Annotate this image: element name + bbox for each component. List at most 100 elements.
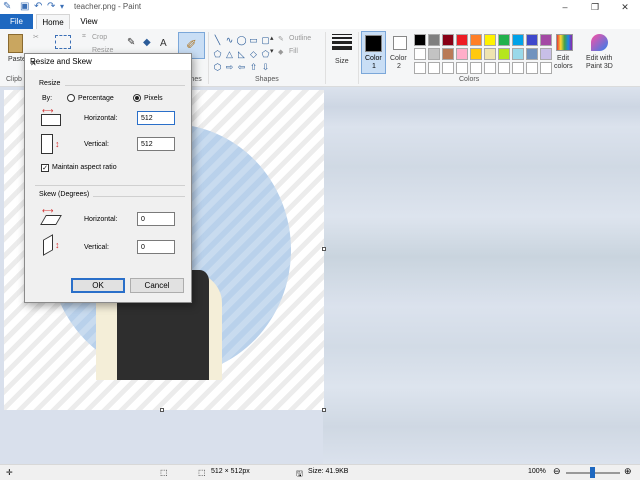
- size-lines-icon[interactable]: [332, 34, 352, 54]
- color2-label[interactable]: Color: [390, 55, 407, 62]
- line-shape-icon[interactable]: ╲: [212, 34, 223, 47]
- dialog-close-icon[interactable]: ✕: [30, 57, 187, 71]
- zoom-slider-thumb[interactable]: [590, 467, 595, 478]
- palette-swatch[interactable]: [484, 48, 496, 60]
- palette-swatch[interactable]: [414, 48, 426, 60]
- percentage-radio[interactable]: [67, 94, 75, 102]
- arrow-up-shape-icon[interactable]: ⇧: [248, 61, 259, 74]
- shapes-scroll-down-icon[interactable]: ▾: [270, 47, 274, 55]
- palette-swatch[interactable]: [456, 62, 468, 74]
- palette-swatch[interactable]: [428, 34, 440, 46]
- color1-button[interactable]: Color 1: [361, 31, 386, 74]
- oval-shape-icon[interactable]: ◯: [236, 34, 247, 47]
- palette-swatch[interactable]: [442, 34, 454, 46]
- palette-swatch[interactable]: [512, 62, 524, 74]
- ok-button[interactable]: OK: [71, 278, 125, 293]
- diamond-shape-icon[interactable]: ◇: [248, 48, 259, 61]
- paint3d-icon[interactable]: [591, 34, 608, 51]
- tab-home[interactable]: Home: [36, 14, 70, 29]
- vertical-input[interactable]: [137, 137, 175, 151]
- outline-button[interactable]: Outline: [289, 35, 311, 42]
- polygon-shape-icon[interactable]: ⬠: [212, 48, 223, 61]
- palette-swatch[interactable]: [456, 34, 468, 46]
- fill-icon[interactable]: ◆: [278, 48, 283, 56]
- edit-colors-label-1[interactable]: Edit: [557, 55, 569, 62]
- paste-icon[interactable]: [8, 34, 23, 53]
- skew-vertical-input[interactable]: [137, 240, 175, 254]
- skew-horizontal-input[interactable]: [137, 212, 175, 226]
- palette-swatch[interactable]: [526, 34, 538, 46]
- curve-shape-icon[interactable]: ∿: [224, 34, 235, 47]
- paint3d-label-1[interactable]: Edit with: [586, 55, 612, 62]
- crop-button[interactable]: Crop: [92, 34, 107, 41]
- resize-handle-corner[interactable]: [322, 408, 326, 412]
- palette-swatch[interactable]: [470, 34, 482, 46]
- paint3d-label-2[interactable]: Paint 3D: [586, 63, 613, 70]
- tab-view[interactable]: View: [74, 14, 104, 29]
- palette-swatch[interactable]: [498, 34, 510, 46]
- palette-swatch[interactable]: [498, 62, 510, 74]
- fill-bucket-icon[interactable]: ◆: [143, 37, 151, 48]
- palette-swatch[interactable]: [526, 62, 538, 74]
- palette-swatch[interactable]: [428, 48, 440, 60]
- horizontal-input[interactable]: [137, 111, 175, 125]
- pencil-icon[interactable]: ✎: [127, 37, 135, 48]
- rectangle-shape-icon[interactable]: ▭: [248, 34, 259, 47]
- maintain-aspect-label[interactable]: Maintain aspect ratio: [52, 164, 117, 171]
- palette-swatch[interactable]: [470, 48, 482, 60]
- palette-swatch[interactable]: [526, 48, 538, 60]
- restore-button[interactable]: ❐: [580, 0, 610, 14]
- shapes-scroll-icon[interactable]: ▴: [270, 34, 274, 42]
- maintain-aspect-checkbox[interactable]: ✓: [41, 164, 49, 172]
- palette-swatch[interactable]: [484, 62, 496, 74]
- outline-icon[interactable]: ✎: [278, 35, 284, 43]
- select-icon[interactable]: [55, 35, 71, 49]
- palette-swatch[interactable]: [442, 48, 454, 60]
- dialog-title-bar[interactable]: Resize and Skew ✕: [25, 54, 191, 70]
- triangle-shape-icon[interactable]: △: [224, 48, 235, 61]
- palette-swatch[interactable]: [428, 62, 440, 74]
- cut-icon[interactable]: ✂: [33, 33, 39, 41]
- cancel-button[interactable]: Cancel: [130, 278, 184, 293]
- palette-swatch[interactable]: [470, 62, 482, 74]
- crop-icon[interactable]: ⌗: [82, 33, 86, 41]
- resize-handle-right[interactable]: [322, 247, 326, 251]
- right-triangle-shape-icon[interactable]: ◺: [236, 48, 247, 61]
- palette-swatch[interactable]: [540, 62, 552, 74]
- size-button[interactable]: Size: [335, 58, 349, 65]
- redo-icon[interactable]: ↷: [47, 1, 55, 13]
- edit-colors-icon[interactable]: [556, 34, 573, 51]
- palette-swatch[interactable]: [512, 34, 524, 46]
- minimize-button[interactable]: –: [550, 0, 580, 14]
- hexagon-shape-icon[interactable]: ⬡: [212, 61, 223, 74]
- zoom-in-button[interactable]: ⊕: [624, 466, 632, 477]
- palette-swatch[interactable]: [442, 62, 454, 74]
- arrow-down-shape-icon[interactable]: ⇩: [260, 61, 271, 74]
- arrow-right-shape-icon[interactable]: ⇨: [224, 61, 235, 74]
- customize-icon[interactable]: ▾: [60, 1, 64, 13]
- undo-icon[interactable]: ↶: [34, 1, 42, 13]
- palette-swatch[interactable]: [540, 34, 552, 46]
- pixels-label[interactable]: Pixels: [144, 95, 163, 102]
- palette-swatch[interactable]: [456, 48, 468, 60]
- pixels-radio[interactable]: [133, 94, 141, 102]
- fill-button[interactable]: Fill: [289, 48, 298, 55]
- resize-handle-bottom[interactable]: [160, 408, 164, 412]
- shapes-gallery[interactable]: ╲ ∿ ◯ ▭ ▢ ⬠ △ ◺ ◇ ⬠ ⬡ ⇨ ⇦ ⇧ ⇩: [212, 34, 271, 74]
- paint-app-icon[interactable]: ✎: [3, 1, 11, 13]
- edit-colors-label-2[interactable]: colors: [554, 63, 573, 70]
- zoom-out-button[interactable]: ⊖: [553, 466, 561, 477]
- color-palette[interactable]: [414, 34, 553, 75]
- palette-swatch[interactable]: [414, 34, 426, 46]
- palette-swatch[interactable]: [540, 48, 552, 60]
- save-icon[interactable]: ▣: [20, 1, 29, 13]
- palette-swatch[interactable]: [498, 48, 510, 60]
- palette-swatch[interactable]: [484, 34, 496, 46]
- text-tool-icon[interactable]: A: [160, 38, 167, 49]
- palette-swatch[interactable]: [414, 62, 426, 74]
- tab-file[interactable]: File: [0, 14, 33, 29]
- arrow-left-shape-icon[interactable]: ⇦: [236, 61, 247, 74]
- percentage-label[interactable]: Percentage: [78, 95, 114, 102]
- color2-swatch[interactable]: [393, 36, 407, 50]
- close-button[interactable]: ✕: [610, 0, 640, 14]
